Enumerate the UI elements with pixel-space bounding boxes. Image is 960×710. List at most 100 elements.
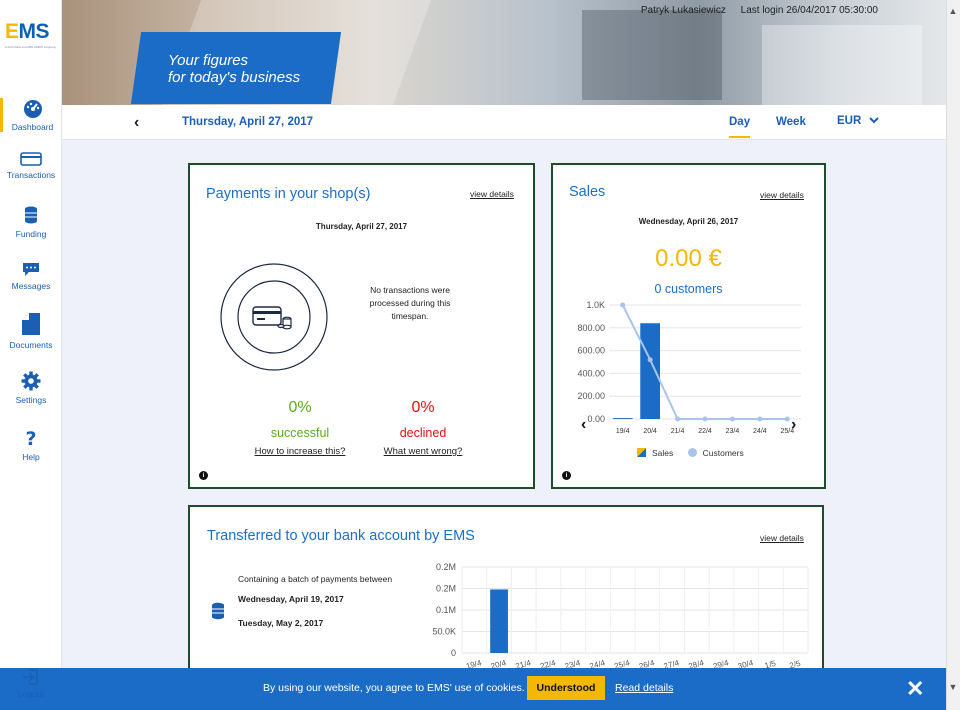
chat-icon — [23, 263, 39, 276]
successful-pct: 0% — [288, 399, 312, 416]
view-details-link[interactable]: view details — [470, 189, 514, 199]
close-icon[interactable]: ✕ — [906, 676, 924, 702]
y-tick-label: 1.0K — [586, 300, 605, 310]
declined-label: declined — [399, 426, 447, 440]
card-payment-icon — [252, 306, 292, 330]
x-tick-label: 21/4 — [671, 428, 685, 435]
sidebar-item-help[interactable]: ? Help — [0, 428, 62, 462]
scroll-up-icon[interactable]: ▲ — [946, 6, 960, 16]
x-tick-label: 24/4 — [753, 428, 767, 435]
y-tick-label: 600.00 — [577, 346, 605, 356]
chart-next-icon[interactable]: › — [791, 416, 796, 434]
sales-chart: 0.00 200.00 400.00 600.00 800.00 1.0K 19/4 20/4… — [577, 300, 801, 435]
batch-description: Containing a batch of payments between — [238, 574, 393, 584]
view-details-link[interactable]: view details — [760, 190, 804, 200]
tab-day[interactable]: Day — [729, 116, 751, 138]
empty-donut-chart — [220, 263, 328, 371]
ems-logo[interactable]: EMS A First Data and ABN AMRO company — [5, 20, 57, 49]
legend-customers[interactable]: Customers — [687, 448, 744, 458]
document-icon — [22, 313, 40, 335]
chevron-left-icon[interactable]: ‹ — [134, 114, 139, 132]
user-info: Patryk Lukasiewicz Last login 26/04/2017… — [641, 5, 878, 16]
logout-button[interactable]: Logout — [0, 668, 62, 699]
sidebar-item-documents[interactable]: Documents — [0, 312, 62, 350]
sidebar-item-label: Documents — [9, 340, 53, 350]
card-title: Payments in your shop(s) — [206, 186, 371, 202]
gear-icon — [21, 371, 41, 391]
x-tick-label: 22/4 — [698, 428, 712, 435]
logo-text: EMS — [5, 20, 50, 43]
sidebar-item-messages[interactable]: Messages — [0, 261, 62, 291]
customers-point — [784, 416, 790, 422]
speedometer-icon — [23, 100, 42, 118]
card-icon — [20, 152, 42, 166]
last-login: Last login 26/04/2017 05:30:00 — [740, 5, 878, 16]
tab-week[interactable]: Week — [776, 116, 806, 128]
current-date: Thursday, April 27, 2017 — [182, 116, 314, 128]
sidebar-item-funding[interactable]: Funding — [0, 205, 62, 239]
tagline: Your figures for today's business — [168, 52, 301, 86]
cookie-text: By using our website, you agree to EMS' … — [263, 682, 525, 694]
x-tick-label: 20/4 — [643, 428, 657, 435]
what-went-wrong-link[interactable]: What went wrong? — [363, 446, 483, 457]
batch-end-date: Tuesday, May 2, 2017 — [238, 618, 324, 628]
read-details-link[interactable]: Read details — [615, 682, 673, 694]
logout-label: Logout — [18, 689, 44, 699]
customers-point — [757, 416, 763, 422]
x-tick-label: 19/4 — [616, 428, 630, 435]
user-name[interactable]: Patryk Lukasiewicz — [641, 5, 726, 16]
declined-pct: 0% — [411, 399, 435, 416]
coins-icon — [25, 206, 37, 224]
card-title: Transferred to your bank account by EMS — [207, 528, 475, 544]
page-scrollbar[interactable] — [946, 0, 960, 710]
svg-text:?: ? — [25, 428, 36, 448]
sidebar-item-label: Messages — [11, 281, 51, 291]
batch-start-date: Wednesday, April 19, 2017 — [238, 594, 344, 604]
y-tick-label: 0 — [451, 648, 456, 658]
scroll-down-icon[interactable]: ▼ — [946, 682, 960, 692]
customers-point — [729, 416, 735, 422]
customers-point — [647, 357, 653, 363]
increase-link[interactable]: How to increase this? — [240, 446, 360, 457]
sidebar-item-label: Dashboard — [11, 122, 54, 132]
card-title: Sales — [569, 184, 606, 200]
customers-point — [620, 302, 626, 308]
y-tick-label: 0.2M — [436, 562, 456, 572]
logo-subtitle: A First Data and ABN AMRO company — [5, 45, 57, 49]
sales-amount: 0.00 € — [655, 245, 722, 272]
currency-select[interactable]: EUR — [837, 115, 880, 127]
chart-prev-icon[interactable]: ‹ — [581, 416, 586, 434]
view-details-link[interactable]: view details — [760, 533, 804, 543]
sales-card: Sales view details Wednesday, April 26, … — [551, 163, 826, 489]
sidebar-item-label: Help — [22, 452, 40, 462]
customers-point — [702, 416, 708, 422]
understood-button[interactable]: Understood — [527, 676, 605, 700]
transfer-card: Transferred to your bank account by EMS … — [188, 505, 824, 680]
question-icon: ? — [25, 428, 36, 448]
sidebar-item-dashboard[interactable]: Dashboard — [0, 98, 62, 132]
card-date: Thursday, April 27, 2017 — [315, 222, 408, 231]
no-transactions-text: No transactions were processed during th… — [369, 285, 451, 321]
sidebar-item-label: Transactions — [6, 170, 56, 180]
sidebar-item-transactions[interactable]: Transactions — [0, 152, 62, 180]
sales-bar — [612, 418, 633, 419]
sales-bar — [640, 323, 661, 419]
hero-banner: Your figures for today's business Patryk… — [62, 0, 946, 105]
customer-count: 0 customers — [654, 282, 723, 296]
y-tick-label: 0.00 — [587, 414, 605, 424]
legend-sales[interactable]: Sales — [637, 448, 673, 458]
y-tick-label: 200.00 — [577, 391, 605, 401]
x-tick-label: 23/4 — [726, 428, 740, 435]
y-tick-label: 0.1M — [436, 605, 456, 615]
info-icon[interactable]: i — [562, 471, 571, 480]
info-icon[interactable]: i — [199, 471, 208, 480]
sidebar: EMS A First Data and ABN AMRO company Da… — [0, 0, 62, 710]
currency-value: EUR — [837, 115, 862, 127]
sidebar-item-settings[interactable]: Settings — [0, 371, 62, 405]
transfer-chart: 050.0K0.1M0.2M0.2M19/4 20/4 21/4 22/4 23/4 24… — [432, 562, 809, 671]
y-tick-label: 0.2M — [436, 584, 456, 594]
transfer-bar — [490, 589, 508, 653]
sidebar-item-label: Settings — [15, 395, 47, 405]
coins-icon — [212, 602, 224, 620]
payments-card: Payments in your shop(s) view details Th… — [188, 163, 535, 489]
